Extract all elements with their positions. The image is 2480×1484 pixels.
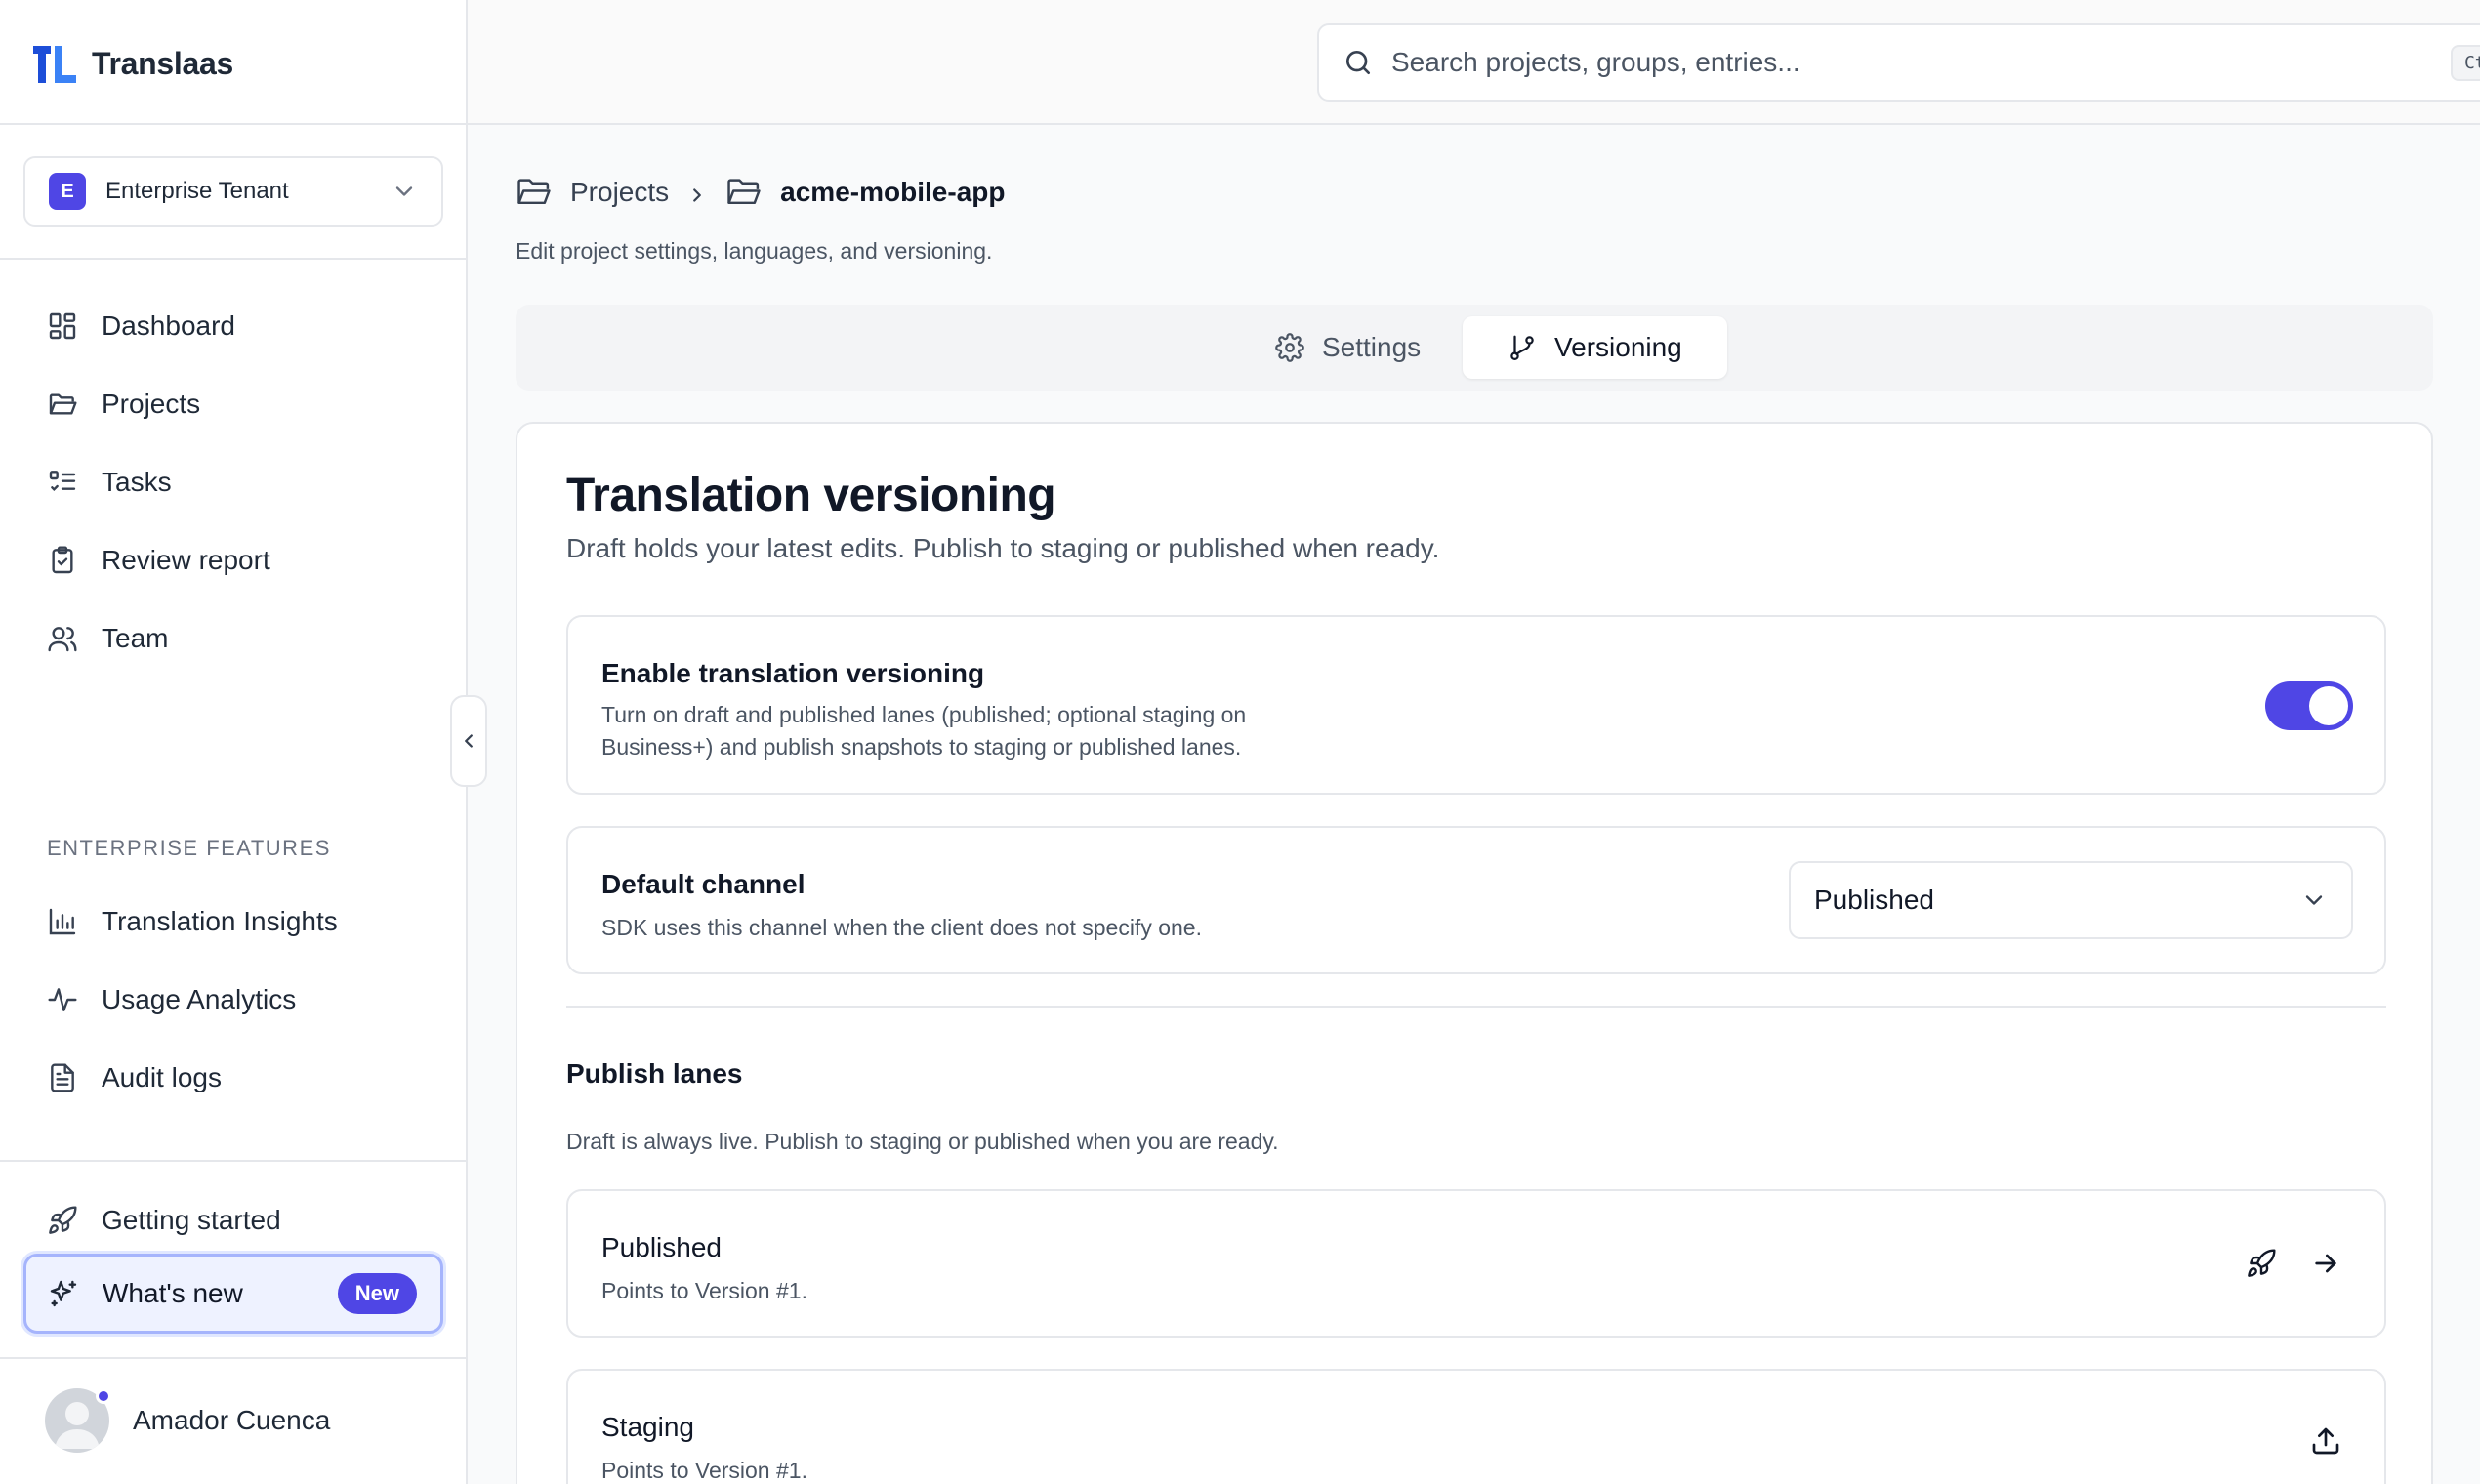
folder-open-icon [725, 176, 763, 209]
sidebar-item-label: Review report [102, 545, 270, 575]
lane-staging: Staging Points to Version #1. [566, 1369, 2386, 1484]
lane-actions [2246, 1248, 2341, 1279]
versioning-subtitle: Draft holds your latest edits. Publish t… [566, 533, 1440, 563]
tab-label: Versioning [1554, 332, 1682, 362]
folder-icon [516, 176, 553, 209]
divider [0, 123, 468, 125]
search-icon [1343, 47, 1374, 78]
upload-icon[interactable] [2310, 1425, 2341, 1457]
online-status-dot [96, 1388, 111, 1404]
sidebar-item-translation-insights[interactable]: Translation Insights [23, 890, 443, 953]
tab-versioning[interactable]: Versioning [1463, 316, 1727, 379]
lane-desc: Points to Version #1. [601, 1278, 807, 1303]
default-channel-title: Default channel [601, 869, 806, 899]
chevron-left-icon [458, 730, 479, 752]
brand[interactable]: Translaas [31, 39, 233, 88]
divider [566, 1006, 2386, 1008]
lane-published: Published Points to Version #1. [566, 1189, 2386, 1338]
clipboard-check-icon [47, 545, 78, 576]
lane-name: Published [601, 1232, 722, 1262]
lane-actions [2310, 1425, 2341, 1457]
rocket-icon[interactable] [2246, 1248, 2277, 1279]
sidebar-item-label: Translation Insights [102, 906, 338, 936]
tab-label: Settings [1322, 332, 1422, 362]
breadcrumb: Projects acme-mobile-app [516, 176, 1005, 209]
breadcrumb-current: acme-mobile-app [780, 177, 1006, 207]
desc-line: Business+) and publish snapshots to stag… [601, 734, 1242, 760]
sparkles-icon [48, 1278, 79, 1309]
translaas-logo-icon [31, 42, 78, 85]
enable-versioning-panel: Enable translation versioning Turn on dr… [566, 615, 2386, 795]
sidebar: Translaas E Enterprise Tenant Dashboard … [0, 0, 468, 1484]
sidebar-item-label: Dashboard [102, 310, 235, 341]
sidebar-item-usage-analytics[interactable]: Usage Analytics [23, 969, 443, 1031]
user-menu[interactable]: Amador Cuenca [45, 1388, 330, 1453]
sidebar-item-label: What's new [103, 1278, 243, 1308]
sidebar-item-team[interactable]: Team [23, 607, 443, 670]
versioning-toggle[interactable] [2265, 681, 2353, 730]
sidebar-item-label: Projects [102, 389, 201, 419]
lane-desc: Points to Version #1. [601, 1458, 807, 1483]
sidebar-item-whats-new[interactable]: What's new New [23, 1254, 443, 1334]
gear-icon [1275, 333, 1304, 362]
chevron-down-icon [2300, 886, 2328, 914]
select-value: Published [1814, 885, 1934, 915]
sidebar-item-dashboard[interactable]: Dashboard [23, 295, 443, 357]
divider [0, 1357, 468, 1359]
tenant-badge: E [49, 173, 86, 210]
breadcrumb-projects-link[interactable]: Projects [570, 177, 669, 208]
default-channel-desc: SDK uses this channel when the client do… [601, 915, 1202, 940]
sidebar-item-label: Tasks [102, 467, 172, 497]
chevron-down-icon [391, 178, 418, 205]
user-name: Amador Cuenca [133, 1405, 331, 1435]
default-channel-select[interactable]: Published [1789, 861, 2353, 939]
dashboard-icon [47, 310, 78, 342]
toggle-knob [2309, 686, 2348, 725]
sidebar-item-getting-started[interactable]: Getting started [23, 1189, 443, 1252]
divider [0, 1160, 468, 1162]
sidebar-item-review-report[interactable]: Review report [23, 529, 443, 592]
project-tabs: Settings Versioning [516, 305, 2433, 391]
search-input[interactable] [1391, 47, 2451, 78]
global-search[interactable]: Ctrl K [1317, 23, 2480, 102]
page-subtitle: Edit project settings, languages, and ve… [516, 238, 993, 264]
enterprise-section-label: ENTERPRISE FEATURES [47, 836, 331, 860]
default-channel-panel: Default channel SDK uses this channel wh… [566, 826, 2386, 974]
tab-settings[interactable]: Settings [1230, 316, 1466, 379]
folder-icon [47, 389, 78, 420]
tenant-name: Enterprise Tenant [105, 178, 289, 204]
users-icon [47, 623, 78, 654]
desc-line: Turn on draft and published lanes (publi… [601, 702, 1247, 727]
file-text-icon [47, 1062, 78, 1093]
versioning-card: Translation versioning Draft holds your … [516, 422, 2433, 1484]
tasks-icon [47, 467, 78, 498]
sidebar-item-tasks[interactable]: Tasks [23, 451, 443, 514]
sidebar-item-label: Team [102, 623, 169, 653]
sidebar-item-label: Audit logs [102, 1062, 222, 1092]
sidebar-item-projects[interactable]: Projects [23, 373, 443, 435]
publish-lanes-title: Publish lanes [566, 1058, 743, 1089]
chevron-right-icon [686, 185, 708, 206]
bar-chart-icon [47, 906, 78, 937]
publish-lanes-desc: Draft is always live. Publish to staging… [566, 1129, 1279, 1154]
rocket-icon [47, 1205, 78, 1236]
sidebar-item-label: Getting started [102, 1205, 281, 1235]
collapse-sidebar-button[interactable] [450, 695, 487, 787]
topbar: Ctrl K [468, 0, 2480, 125]
git-branch-icon [1508, 333, 1537, 362]
lane-name: Staging [601, 1412, 694, 1442]
enable-versioning-desc: Turn on draft and published lanes (publi… [601, 699, 1246, 763]
versioning-title: Translation versioning [566, 470, 1056, 521]
new-badge: New [337, 1273, 417, 1314]
search-shortcut-hint: Ctrl K [2450, 44, 2480, 81]
sidebar-item-audit-logs[interactable]: Audit logs [23, 1047, 443, 1109]
divider [0, 258, 468, 260]
enable-versioning-title: Enable translation versioning [601, 658, 985, 688]
tenant-switcher[interactable]: E Enterprise Tenant [23, 156, 443, 227]
app-name: Translaas [92, 45, 233, 81]
arrow-right-icon[interactable] [2310, 1248, 2341, 1279]
activity-icon [47, 984, 78, 1015]
sidebar-item-label: Usage Analytics [102, 984, 297, 1014]
